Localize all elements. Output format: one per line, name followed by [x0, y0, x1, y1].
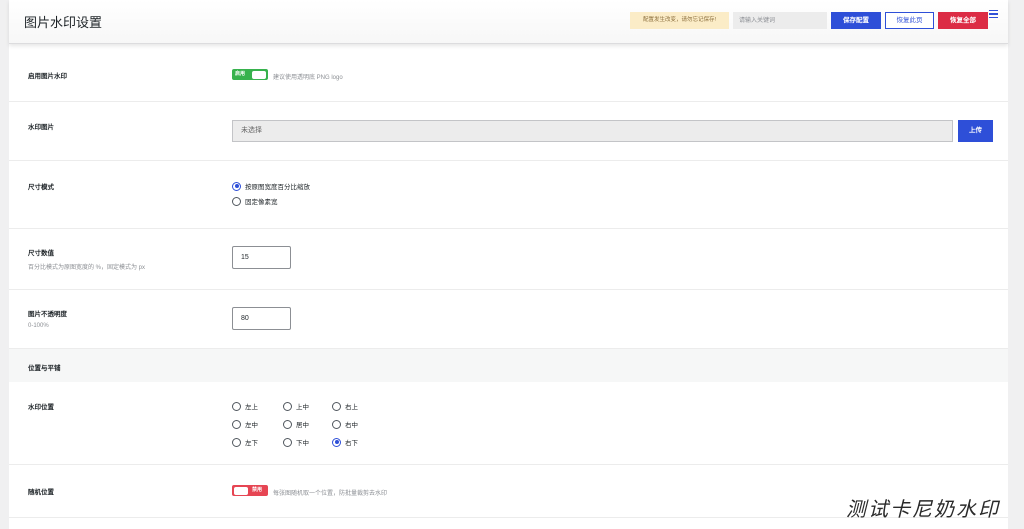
- radio-icon: [283, 437, 292, 447]
- position-option-middle-right[interactable]: 右中: [332, 419, 358, 429]
- size-mode-option-percent[interactable]: 按原图宽度百分比缩放: [232, 181, 310, 191]
- page-title: 图片水印设置: [24, 15, 103, 30]
- radio-checked-icon: [332, 437, 341, 447]
- settings-panel: 图片水印设置 配置发生改变，请勿忘记保存! 保存配置 恢复此页 恢复全部 启用图…: [9, 0, 1008, 529]
- radio-checked-icon: [232, 181, 241, 191]
- radio-label: 居中: [296, 422, 309, 429]
- size-mode-option-fixed[interactable]: 固定像素宽: [232, 196, 278, 206]
- radio-icon: [332, 419, 341, 429]
- row-size-value: 尺寸数值 百分比模式为原图宽度的 %，固定模式为 px 15: [9, 229, 1008, 290]
- save-config-button[interactable]: 保存配置: [831, 12, 881, 29]
- radio-icon: [232, 401, 241, 411]
- overlay-watermark-text: 测试卡尼奶水印: [846, 497, 1000, 521]
- switch-knob: [252, 70, 266, 79]
- position-option-bottom-center[interactable]: 下中: [283, 437, 309, 447]
- switch-text: 启用: [235, 71, 246, 77]
- position-option-top-right[interactable]: 右上: [332, 401, 358, 411]
- position-option-bottom-right[interactable]: 右下: [332, 437, 358, 447]
- opacity-desc: 0-100%: [28, 323, 49, 329]
- radio-label: 右中: [345, 422, 358, 429]
- random-position-help: 每张图随机取一个位置，防批量裁剪去水印: [273, 491, 388, 497]
- position-option-middle-left[interactable]: 左中: [232, 419, 258, 429]
- radio-icon: [232, 196, 241, 206]
- radio-label: 下中: [296, 440, 309, 447]
- radio-icon: [283, 401, 292, 411]
- enable-watermark-label: 启用图片水印: [28, 73, 67, 80]
- radio-icon: [332, 401, 341, 411]
- upload-button[interactable]: 上传: [958, 120, 993, 142]
- search-input[interactable]: [733, 12, 827, 29]
- row-opacity: 图片不透明度 0-100% 80: [9, 290, 1008, 349]
- radio-icon: [283, 419, 292, 429]
- section-title: 位置与平铺: [28, 365, 61, 372]
- radio-label: 固定像素宽: [245, 199, 278, 206]
- random-position-switch[interactable]: 禁用: [232, 485, 268, 496]
- restore-page-button[interactable]: 恢复此页: [885, 12, 934, 29]
- opacity-label: 图片不透明度: [28, 311, 67, 318]
- radio-label: 右上: [345, 404, 358, 411]
- row-size-mode: 尺寸模式 按原图宽度百分比缩放 固定像素宽: [9, 161, 1008, 229]
- restore-all-button[interactable]: 恢复全部: [938, 12, 988, 29]
- switch-knob: [234, 486, 248, 495]
- position-option-center[interactable]: 居中: [283, 419, 309, 429]
- size-value-desc: 百分比模式为原图宽度的 %，固定模式为 px: [28, 265, 146, 271]
- size-value-label: 尺寸数值: [28, 250, 54, 257]
- row-watermark-position: 水印位置 左上 上中 右上 左中 居中 右中 左下 下中 右下: [9, 382, 1008, 465]
- size-mode-label: 尺寸模式: [28, 184, 54, 191]
- hamburger-menu-icon[interactable]: [989, 10, 998, 19]
- radio-icon: [232, 437, 241, 447]
- radio-label: 左上: [245, 404, 258, 411]
- switch-text: 禁用: [252, 487, 263, 493]
- size-value-input[interactable]: 15: [232, 246, 291, 269]
- position-option-top-left[interactable]: 左上: [232, 401, 258, 411]
- row-enable-watermark: 启用图片水印 启用 建议使用透明底 PNG logo: [9, 44, 1008, 102]
- radio-label: 左下: [245, 440, 258, 447]
- page-header: 图片水印设置 配置发生改变，请勿忘记保存! 保存配置 恢复此页 恢复全部: [9, 0, 1008, 44]
- enable-watermark-switch[interactable]: 启用: [232, 69, 268, 80]
- radio-label: 按原图宽度百分比缩放: [245, 184, 310, 191]
- enable-watermark-help: 建议使用透明底 PNG logo: [273, 75, 343, 81]
- radio-label: 右下: [345, 440, 358, 447]
- radio-label: 上中: [296, 404, 309, 411]
- radio-label: 左中: [245, 422, 258, 429]
- watermark-image-field[interactable]: 未选择: [232, 120, 953, 142]
- watermark-image-label: 水印图片: [28, 124, 54, 131]
- unsaved-notice: 配置发生改变，请勿忘记保存!: [630, 12, 729, 29]
- opacity-input[interactable]: 80: [232, 307, 291, 330]
- position-option-top-center[interactable]: 上中: [283, 401, 309, 411]
- random-position-label: 随机位置: [28, 489, 54, 496]
- section-position-tiling: 位置与平铺: [9, 349, 1008, 382]
- position-label: 水印位置: [28, 404, 54, 411]
- radio-icon: [232, 419, 241, 429]
- position-option-bottom-left[interactable]: 左下: [232, 437, 258, 447]
